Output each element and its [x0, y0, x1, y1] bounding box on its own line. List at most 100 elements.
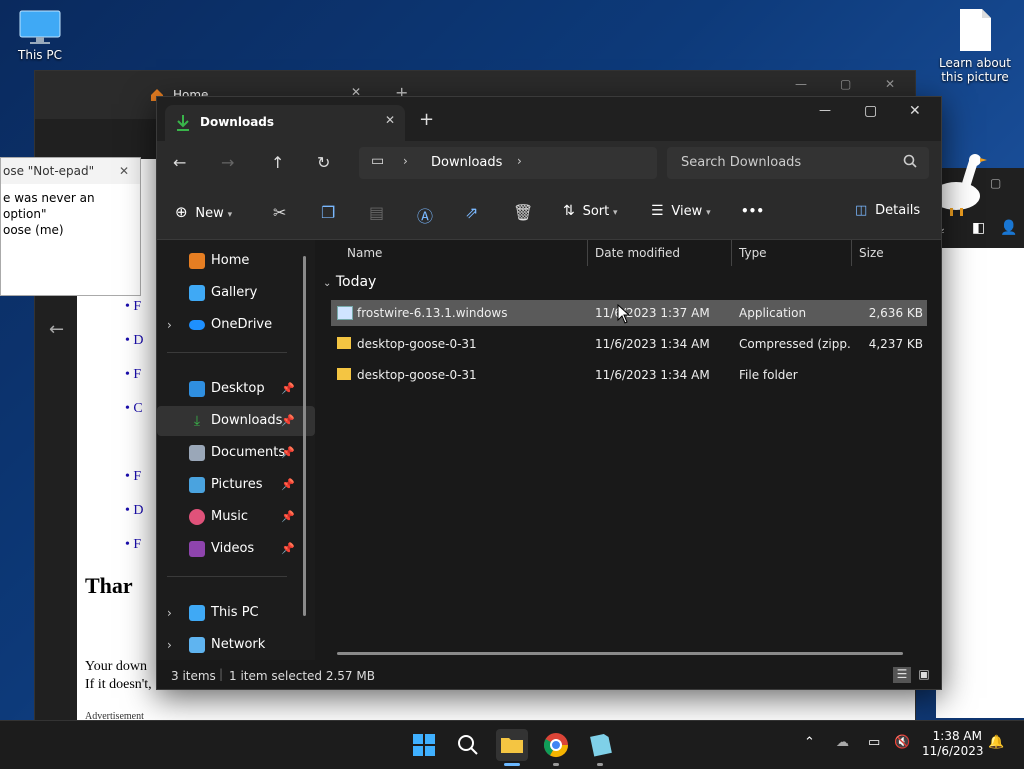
minimize-icon[interactable]: — [819, 103, 831, 117]
share-icon[interactable]: ⇗ [465, 203, 478, 222]
notification-bell-icon[interactable]: 🔔 [988, 735, 1004, 750]
up-icon[interactable]: ↑ [271, 153, 284, 172]
sidebar-item-this-pc[interactable]: › This PC [157, 598, 315, 628]
sidebar-item-label: Downloads [211, 413, 283, 428]
group-header-today[interactable]: ⌄ Today [323, 274, 376, 290]
address-bar[interactable]: ▭ › Downloads › [359, 147, 657, 179]
rename-icon[interactable]: Ⓐ [417, 203, 433, 227]
forward-icon[interactable]: → [221, 153, 234, 172]
paste-icon[interactable]: ▤ [369, 203, 384, 222]
cloud-icon [189, 320, 205, 330]
column-divider[interactable] [731, 240, 732, 266]
link-bullet[interactable]: • F [125, 469, 141, 485]
status-selection: 1 item selected 2.57 MB [229, 669, 375, 683]
link-bullet[interactable]: • F [125, 367, 141, 383]
notepad-icon[interactable] [584, 729, 616, 766]
desktop-icon-this-pc[interactable]: This PC [0, 10, 80, 62]
chevron-down-icon: ▾ [227, 210, 233, 220]
column-header-date[interactable]: Date modified [595, 246, 680, 260]
more-options-icon[interactable]: ••• [741, 204, 764, 218]
chevron-right-icon[interactable]: › [167, 630, 172, 660]
file-type: Application [739, 306, 807, 320]
details-view-icon[interactable]: ☰ [893, 667, 911, 683]
notepad-window: ose "Not-epad" ✕ e was never an option" … [0, 157, 141, 296]
file-row[interactable]: desktop-goose-0-31 11/6/2023 1:34 AM Fil… [331, 362, 927, 388]
chevron-right-icon[interactable]: › [403, 154, 408, 168]
column-header-size[interactable]: Size [859, 246, 884, 260]
navigation-pane: Home Gallery › OneDrive Desktop 📌 ⤓ Down… [157, 240, 315, 660]
search-icon[interactable] [452, 729, 484, 761]
address-row: ← → ↑ ↻ ▭ › Downloads › Search Downloads [157, 141, 941, 189]
link-bullet[interactable]: • D [125, 333, 144, 349]
sidebar-item-downloads[interactable]: ⤓ Downloads 📌 [157, 406, 315, 436]
pin-icon: 📌 [281, 510, 295, 523]
monitor-icon: ▭ [371, 153, 385, 169]
delete-icon[interactable]: 🗑 [513, 203, 533, 222]
sidebar-item-pictures[interactable]: Pictures 📌 [157, 470, 315, 500]
column-header-name[interactable]: Name [347, 246, 382, 260]
maximize-icon[interactable]: ▢ [840, 77, 851, 91]
sidebar-item-videos[interactable]: Videos 📌 [157, 534, 315, 564]
tiles-view-icon[interactable]: ▣ [915, 667, 933, 683]
chevron-right-icon[interactable]: › [167, 310, 172, 340]
column-header-type[interactable]: Type [739, 246, 767, 260]
link-bullet[interactable]: • C [125, 401, 143, 417]
view-button[interactable]: ☰ View ▾ [651, 203, 711, 219]
close-window-icon[interactable]: ✕ [885, 77, 895, 91]
chrome-icon[interactable] [540, 729, 572, 766]
refresh-icon[interactable]: ↻ [317, 153, 330, 172]
chevron-down-icon: ⌄ [323, 278, 332, 289]
sidebar-item-home[interactable]: Home [157, 246, 315, 276]
network-icon[interactable]: ▭ [868, 735, 880, 750]
sidebar-icon[interactable]: ◧ [972, 220, 985, 236]
maximize-icon[interactable]: ▢ [864, 103, 877, 119]
desktop-icon-label: This PC [18, 48, 62, 62]
new-tab-icon[interactable]: + [419, 109, 434, 130]
search-input[interactable]: Search Downloads [667, 147, 929, 179]
notepad-text[interactable]: e was never an option" oose (me) [1, 184, 140, 244]
search-placeholder: Search Downloads [681, 155, 802, 170]
close-icon[interactable]: ✕ [119, 158, 129, 184]
cut-icon[interactable]: ✂ [273, 203, 286, 222]
sort-button[interactable]: ⇅ Sort ▾ [563, 203, 618, 219]
breadcrumb-downloads[interactable]: Downloads [431, 155, 502, 170]
sidebar-item-music[interactable]: Music 📌 [157, 502, 315, 532]
sidebar-scrollbar[interactable] [303, 256, 306, 616]
onedrive-icon[interactable]: ☁ [836, 735, 849, 750]
file-explorer-icon[interactable] [496, 729, 528, 766]
link-bullet[interactable]: • F [125, 299, 141, 315]
tab-downloads[interactable]: Downloads ✕ [165, 105, 405, 141]
volume-muted-icon[interactable]: 🔇 [894, 735, 910, 750]
sidebar-item-gallery[interactable]: Gallery [157, 278, 315, 308]
sidebar-item-onedrive[interactable]: › OneDrive [157, 310, 315, 340]
column-divider[interactable] [587, 240, 588, 266]
chevron-up-icon[interactable]: ⌃ [804, 735, 815, 750]
minimize-icon[interactable]: — [795, 77, 807, 91]
taskbar: ⌃ ☁ ▭ 🔇 1:38 AM 11/6/2023 🔔 [0, 720, 1024, 769]
profile-icon[interactable]: 👤 [1000, 220, 1017, 236]
sidebar-item-network[interactable]: › Network [157, 630, 315, 660]
link-bullet[interactable]: • D [125, 503, 144, 519]
new-button[interactable]: ⊕ New ▾ [175, 203, 232, 221]
details-label: Details [875, 203, 921, 218]
square-icon[interactable]: ▢ [990, 176, 1001, 190]
desktop-icon-learn-picture[interactable]: Learn about this picture [935, 8, 1015, 84]
chevron-right-icon[interactable]: › [517, 154, 522, 168]
chevron-right-icon[interactable]: › [167, 598, 172, 628]
column-divider[interactable] [851, 240, 852, 266]
copy-icon[interactable]: ❐ [321, 203, 335, 222]
chevron-down-icon: ▾ [613, 208, 618, 218]
sidebar-item-documents[interactable]: Documents 📌 [157, 438, 315, 468]
link-bullet[interactable]: • F [125, 537, 141, 553]
sidebar-item-desktop[interactable]: Desktop 📌 [157, 374, 315, 404]
file-row[interactable]: desktop-goose-0-31 11/6/2023 1:34 AM Com… [331, 331, 927, 357]
details-button[interactable]: ◫ Details [855, 203, 920, 218]
close-window-icon[interactable]: ✕ [909, 103, 921, 119]
back-arrow-icon[interactable]: ← [49, 319, 64, 340]
close-tab-icon[interactable]: ✕ [385, 113, 395, 127]
windows-start-icon[interactable] [408, 729, 440, 761]
back-icon[interactable]: ← [173, 153, 186, 172]
clock[interactable]: 1:38 AM 11/6/2023 [922, 729, 984, 759]
divider [167, 352, 287, 353]
horizontal-scrollbar[interactable] [337, 652, 903, 655]
